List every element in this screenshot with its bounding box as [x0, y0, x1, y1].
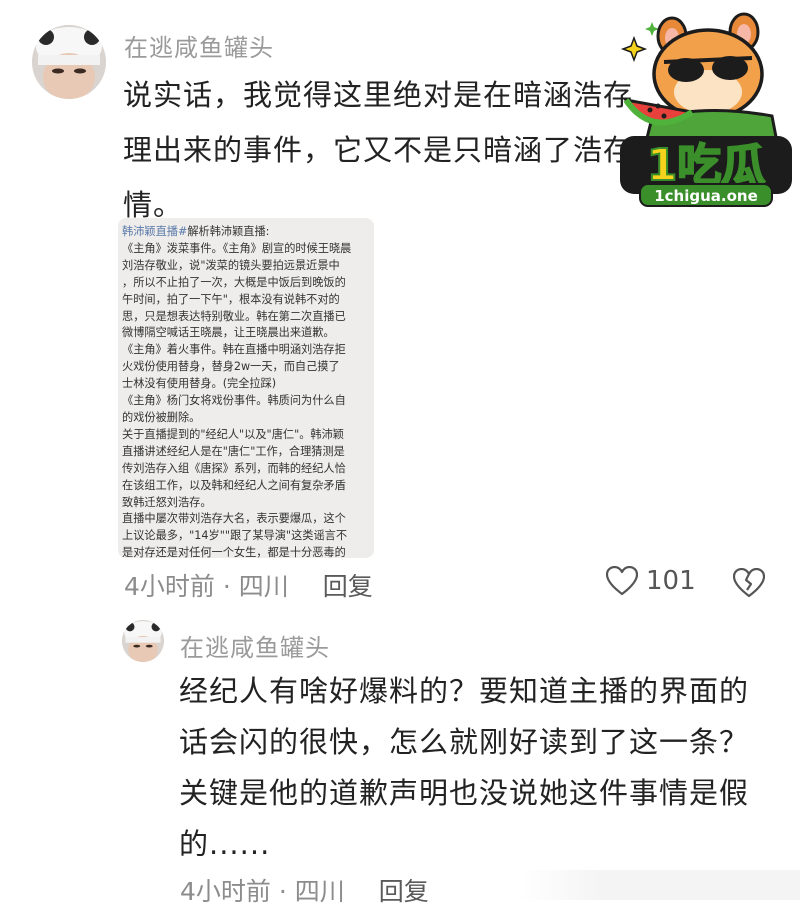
line-text: 《主角》泼菜事件。《主角》剧宣的时候王晓晨 [122, 241, 352, 255]
line-text: 微博隔空喊话王晓晨，让王晓晨出来道歉。 [122, 326, 335, 340]
reply-avatar[interactable] [122, 620, 164, 662]
attached-image-text-line: 直播讲述经纪人是在"唐仁"工作，合理猜测是 [122, 444, 368, 461]
hashtag: 韩沛颖直播# [122, 225, 188, 238]
line-text: 直播中屡次带刘浩存大名，表示要爆瓜，这个 [122, 512, 346, 526]
line-text: 关于直播提到的"经纪人"以及"唐仁"。韩沛颖 [122, 427, 344, 441]
dislike-button[interactable] [732, 567, 766, 602]
brand-url: 1chigua.one [654, 187, 758, 205]
attached-image-text-line: 上议论最多，"14岁""跟了某导演"这类谣言不 [122, 528, 368, 545]
attached-image-text-line: 思，只是想表达特别敬业。韩在第二次直播已 [122, 309, 368, 326]
line-text: 士林没有使用替身。(完全拉踩) [122, 377, 277, 391]
line-text: 刘浩存敬业，说"泼菜的镜头要拍远景近景中 [122, 258, 340, 272]
line-text: 直播讲述经纪人是在"唐仁"工作，合理猜测是 [122, 444, 345, 458]
line-text: 《主角》杨门女将戏份事件。韩质问为什么自 [122, 394, 346, 408]
comment-meta: 4小时前 · 四川 回复 [124, 567, 373, 603]
broken-heart-icon [732, 567, 766, 598]
heart-icon [606, 566, 638, 596]
reply-button[interactable]: 回复 [379, 877, 429, 906]
reply-username[interactable]: 在逃咸鱼罐头 [180, 628, 330, 663]
line-text: 解析韩沛颖直播: [187, 225, 270, 238]
like-button[interactable]: 101 [606, 566, 696, 596]
line-text: 致韩迁怒刘浩存。 [122, 495, 212, 509]
attached-image-text-line: 韩沛颖直播#解析韩沛颖直播: [122, 224, 368, 241]
attached-image-text-line: 刘浩存敬业，说"泼菜的镜头要拍远景近景中 [122, 258, 368, 275]
reply-button[interactable]: 回复 [323, 572, 373, 601]
line-text: 火戏份使用替身，替身2w一天，而自己摸了 [122, 360, 340, 374]
attached-image-text-line: 致韩迁怒刘浩存。 [122, 495, 368, 512]
attached-image-text-line: 直播中屡次带刘浩存大名，表示要爆瓜，这个 [122, 511, 368, 528]
attached-image-text-line: 午时间，拍了一下午"，根本没有说韩不对的 [122, 292, 368, 309]
reply-time-location: 4小时前 · 四川 [180, 877, 345, 906]
avatar-image [122, 620, 164, 662]
attached-image-text-line: 《主角》杨门女将戏份事件。韩质问为什么自 [122, 393, 368, 410]
like-count: 101 [646, 566, 696, 596]
reply-body: 经纪人有啥好爆料的？要知道主播的界面的 话会闪的很快，怎么就刚好读到了这一条？ … [179, 674, 750, 861]
attached-image-text-line: 在该组工作，以及韩和经纪人之间有复杂矛盾 [122, 478, 368, 495]
reply-meta: 4小时前 · 四川 回复 [180, 872, 429, 908]
attached-image-text-line: 传刘浩存入组《唐探》系列，而韩的经纪人恰 [122, 461, 368, 478]
site-watermark: 1吃瓜 1chigua.one [612, 8, 796, 212]
attached-image-text-line: 《主角》着火事件。韩在直播中明涵刘浩存拒 [122, 342, 368, 359]
line-text: 午时间，拍了一下午"，根本没有说韩不对的 [122, 292, 340, 306]
line-text: 在该组工作，以及韩和经纪人之间有复杂矛盾 [122, 478, 346, 492]
attached-image-text-line: ，所以不止拍了一次，大概是中饭后到晚饭的 [122, 275, 368, 292]
truncated-content [520, 870, 800, 900]
attached-image-text-line: 微博隔空喊话王晓晨，让王晓晨出来道歉。 [122, 325, 368, 342]
line-text: 是对存还是对任何一个女生，都是十分恶毒的 [122, 546, 346, 558]
line-text: 传刘浩存入组《唐探》系列，而韩的经纪人恰 [122, 461, 346, 475]
attached-image-text-line: 是对存还是对任何一个女生，都是十分恶毒的 [122, 545, 368, 558]
attached-image-text-line: 《主角》泼菜事件。《主角》剧宣的时候王晓晨 [122, 241, 368, 258]
line-text: 思，只是想表达特别敬业。韩在第二次直播已 [122, 309, 346, 323]
attached-image-text-line: 火戏份使用替身，替身2w一天，而自己摸了 [122, 359, 368, 376]
attached-image-text-line: 关于直播提到的"经纪人"以及"唐仁"。韩沛颖 [122, 427, 368, 444]
comment-username[interactable]: 在逃咸鱼罐头 [124, 28, 274, 63]
attached-image-text-line: 的戏份被删除。 [122, 410, 368, 427]
avatar-image [32, 25, 106, 99]
comment-attached-image[interactable]: 韩沛颖直播#解析韩沛颖直播: 《主角》泼菜事件。《主角》剧宣的时候王晓晨 刘浩存敬业… [118, 218, 374, 558]
hamster-mascot-logo: 1吃瓜 1chigua.one [620, 12, 792, 207]
line-text: 《主角》着火事件。韩在直播中明涵刘浩存拒 [122, 343, 346, 357]
line-text: 上议论最多，"14岁""跟了某导演"这类谣言不 [122, 529, 348, 543]
avatar[interactable] [32, 25, 106, 99]
attached-image-text-line: 士林没有使用替身。(完全拉踩) [122, 376, 368, 393]
comment-time-location: 4小时前 · 四川 [124, 572, 289, 601]
line-text: ，所以不止拍了一次，大概是中饭后到晚饭的 [122, 275, 346, 289]
line-text: 的戏份被删除。 [122, 410, 201, 424]
